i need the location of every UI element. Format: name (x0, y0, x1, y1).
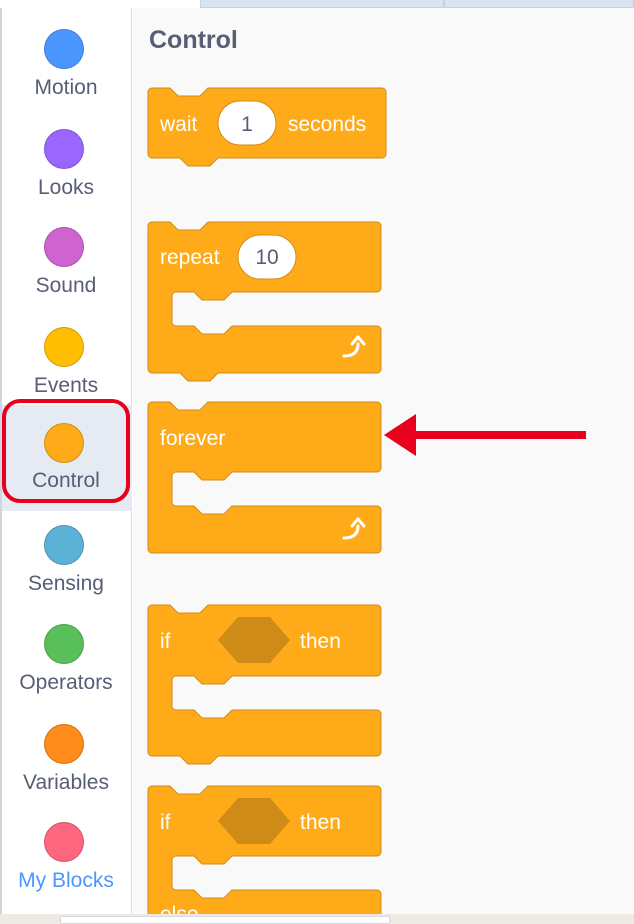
bottom-scroll-segment[interactable] (60, 916, 390, 924)
forever-block[interactable]: forever (147, 401, 382, 554)
wait-block[interactable]: wait 1 seconds (147, 87, 387, 167)
bottom-bar (0, 914, 634, 924)
if-label: if (160, 811, 171, 834)
repeat-label: repeat (160, 246, 220, 269)
red-arrow-annotation (384, 414, 586, 456)
blocks-canvas: wait 1 seconds repeat 10 forever if then (147, 87, 586, 924)
wait-label: wait (159, 113, 198, 136)
repeat-count-value: 10 (255, 246, 278, 269)
if-label: if (160, 630, 171, 653)
wait-seconds-value: 1 (241, 113, 253, 136)
forever-label: forever (160, 427, 225, 450)
if-then-block[interactable]: if then (147, 604, 382, 765)
then-label: then (300, 630, 341, 653)
wait-suffix: seconds (288, 113, 366, 136)
repeat-block[interactable]: repeat 10 (147, 221, 382, 382)
if-else-block[interactable]: if then else (147, 785, 382, 924)
then-label: then (300, 811, 341, 834)
